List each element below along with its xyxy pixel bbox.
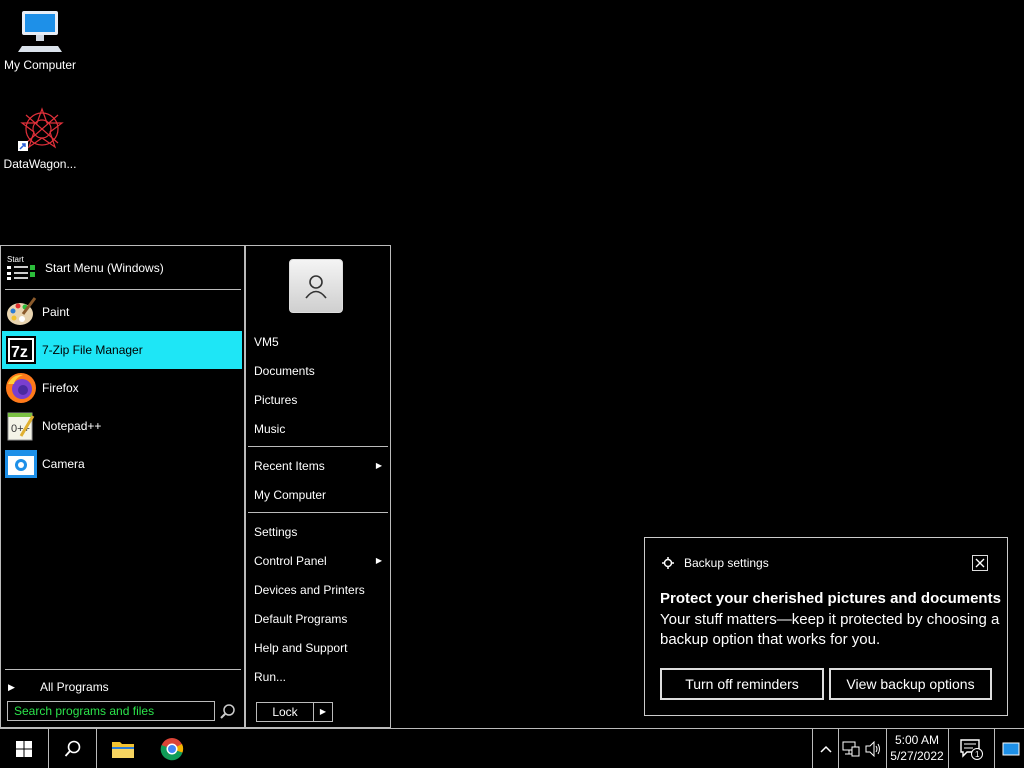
search-button[interactable] xyxy=(49,729,96,768)
close-button[interactable] xyxy=(972,555,988,571)
pinned-item-notepadpp[interactable]: 0++ Notepad++ xyxy=(2,407,242,445)
volume-button[interactable] xyxy=(862,729,886,768)
clock-date: 5/27/2022 xyxy=(890,749,944,763)
computer-icon xyxy=(18,11,62,52)
show-desktop-button[interactable] xyxy=(998,729,1024,768)
devices-printers-link[interactable]: Devices and Printers xyxy=(254,580,384,600)
music-link[interactable]: Music xyxy=(254,419,384,439)
documents-link[interactable]: Documents xyxy=(254,361,384,381)
desktop-icon-label: DataWagon... xyxy=(3,157,77,171)
divider xyxy=(248,512,388,513)
default-programs-link[interactable]: Default Programs xyxy=(254,609,384,629)
pinned-item-camera[interactable]: Camera xyxy=(2,445,242,483)
svg-text:7z: 7z xyxy=(11,344,28,361)
pinned-item-label: Paint xyxy=(42,305,70,319)
divider xyxy=(5,669,241,670)
chevron-right-icon: ▶ xyxy=(375,461,382,470)
user-avatar[interactable] xyxy=(289,259,343,313)
notification-app-name: Backup settings xyxy=(684,556,769,570)
network-button[interactable] xyxy=(840,729,862,768)
divider xyxy=(994,729,995,768)
start-menu-header[interactable]: Start Start Menu (Windows) xyxy=(5,252,241,284)
pinned-item-paint[interactable]: Paint xyxy=(2,293,242,331)
taskbar: 5:00 AM 5/27/2022 1 xyxy=(0,728,1024,768)
help-support-link[interactable]: Help and Support xyxy=(254,638,384,658)
pinned-item-label: 7-Zip File Manager xyxy=(42,343,143,357)
search-icon[interactable] xyxy=(219,703,237,721)
search-icon xyxy=(64,740,80,757)
notification-title: Protect your cherished pictures and docu… xyxy=(660,590,1001,607)
pinned-item-firefox[interactable]: Firefox xyxy=(2,369,242,407)
chevron-right-icon: ▶ xyxy=(375,556,382,565)
pinned-item-7zip[interactable]: 7z 7-Zip File Manager xyxy=(2,331,242,369)
backup-notification: Backup settings Protect your cherished p… xyxy=(644,537,1008,716)
clock-time: 5:00 AM xyxy=(894,733,940,747)
divider xyxy=(812,729,813,768)
paint-icon xyxy=(5,296,37,328)
divider xyxy=(5,289,241,290)
notification-body: Your stuff matters—keep it protected by … xyxy=(660,611,1000,648)
chevron-up-icon xyxy=(820,745,832,753)
all-programs-label: All Programs xyxy=(40,680,109,694)
pinned-item-label: Camera xyxy=(42,457,85,471)
network-icon xyxy=(842,741,860,756)
divider xyxy=(96,729,97,768)
divider xyxy=(838,729,839,768)
start-menu-logo-icon: Start xyxy=(7,255,35,280)
view-backup-options-button[interactable]: View backup options xyxy=(829,668,992,700)
speaker-icon xyxy=(865,740,880,757)
user-icon xyxy=(305,275,327,299)
my-computer-link[interactable]: My Computer xyxy=(254,485,384,505)
windows-logo-icon xyxy=(16,740,32,757)
clock[interactable]: 5:00 AM 5/27/2022 xyxy=(888,732,946,764)
notification-count: 1 xyxy=(975,750,980,759)
gear-icon xyxy=(662,557,674,569)
start-button[interactable] xyxy=(0,729,48,768)
svg-text:Start: Start xyxy=(7,255,25,264)
search-input[interactable]: Search programs and files xyxy=(7,701,215,721)
recent-items-link[interactable]: Recent Items ▶ xyxy=(254,456,384,476)
pinned-item-label: Notepad++ xyxy=(42,419,102,433)
user-folder-link[interactable]: VM5 xyxy=(254,332,384,352)
taskbar-chrome[interactable] xyxy=(149,729,195,768)
power-options-button[interactable]: ▶ xyxy=(313,702,333,722)
lock-button[interactable]: Lock xyxy=(256,702,314,722)
start-menu-title: Start Menu (Windows) xyxy=(45,261,164,275)
divider xyxy=(948,729,949,768)
folder-icon xyxy=(112,741,134,758)
show-hidden-icons-button[interactable] xyxy=(814,729,838,768)
start-menu: Start Start Menu (Windows) Paint 7z 7-Zi… xyxy=(0,245,391,728)
turn-off-reminders-button[interactable]: Turn off reminders xyxy=(660,668,824,700)
chevron-right-icon: ▶ xyxy=(319,707,327,716)
desktop-icon-label: My Computer xyxy=(3,58,77,72)
desktop-icon-my-computer[interactable]: My Computer xyxy=(0,8,80,72)
taskbar-file-explorer[interactable] xyxy=(100,729,146,768)
close-icon xyxy=(975,558,985,568)
control-panel-link[interactable]: Control Panel ▶ xyxy=(254,551,384,571)
settings-link[interactable]: Settings xyxy=(254,522,384,542)
desktop-icon-datawagon[interactable]: DataWagon... xyxy=(0,105,80,171)
start-menu-left-column: Start Start Menu (Windows) Paint 7z 7-Zi… xyxy=(1,246,244,727)
pictures-link[interactable]: Pictures xyxy=(254,390,384,410)
notification-icon: 1 xyxy=(960,738,983,760)
datawagon-icon xyxy=(18,107,64,151)
action-center-button[interactable]: 1 xyxy=(953,729,989,768)
desktop-preview-icon xyxy=(1002,742,1020,755)
chrome-icon xyxy=(160,737,184,760)
pinned-item-label: Firefox xyxy=(42,381,79,395)
firefox-icon xyxy=(5,372,37,404)
start-menu-right-column: VM5 Documents Pictures Music Recent Item… xyxy=(246,246,390,727)
divider xyxy=(248,446,388,447)
notepadpp-icon: 0++ xyxy=(5,410,37,442)
all-programs-button[interactable]: ▶ All Programs xyxy=(5,676,241,698)
7zip-icon: 7z xyxy=(5,334,37,366)
camera-icon xyxy=(5,448,37,480)
chevron-right-icon: ▶ xyxy=(8,681,15,692)
run-link[interactable]: Run... xyxy=(254,667,384,687)
divider xyxy=(886,729,887,768)
